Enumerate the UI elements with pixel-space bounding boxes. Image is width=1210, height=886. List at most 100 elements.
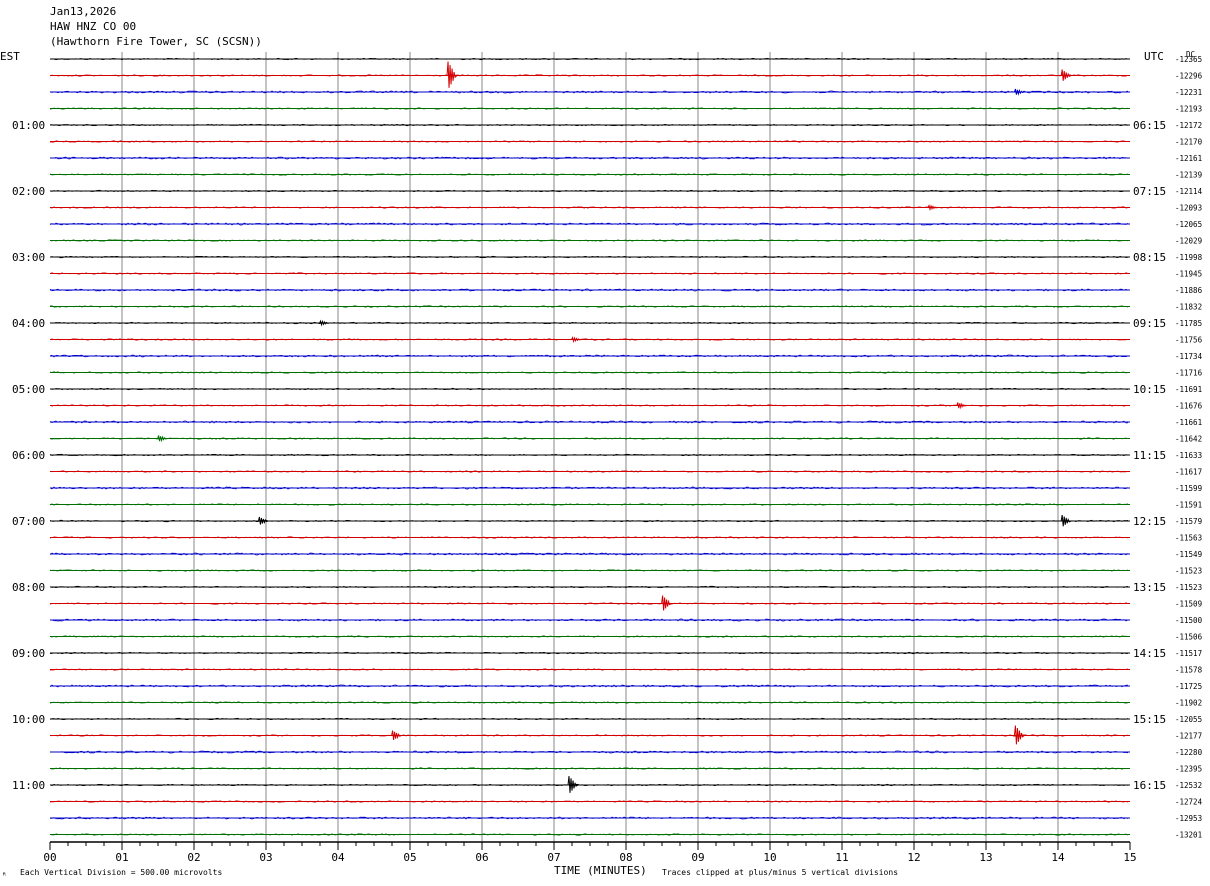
dc-offset-labels: -12365 -12296 -12231 -12193 -12172 -12170 -121… xyxy=(1175,55,1203,840)
right-hour-label: 09:15 xyxy=(1133,317,1166,330)
dc-offset-label: -11599 xyxy=(1175,484,1202,493)
dc-offset-label: -11617 xyxy=(1175,468,1202,477)
left-hour-label: 03:00 xyxy=(12,251,45,264)
left-hour-label: 05:00 xyxy=(12,383,45,396)
dc-offset-label: -12065 xyxy=(1175,220,1202,229)
plot-date: Jan13,2026 xyxy=(50,5,116,18)
dc-offset-label: -12532 xyxy=(1175,781,1202,790)
left-hour-label: 01:00 xyxy=(12,119,45,132)
dc-offset-label: -11691 xyxy=(1175,385,1202,394)
dc-offset-label: -12055 xyxy=(1175,715,1202,724)
right-hour-label: 12:15 xyxy=(1133,515,1166,528)
trace-event-row-2-0 xyxy=(1013,88,1025,96)
left-hour-label: 07:00 xyxy=(12,515,45,528)
x-tick-label: 14 xyxy=(1051,851,1065,864)
x-tick-label: 08 xyxy=(619,851,632,864)
x-tick-label: 11 xyxy=(835,851,848,864)
right-hour-label: 07:15 xyxy=(1133,185,1166,198)
dc-offset-label: -12296 xyxy=(1175,72,1203,81)
dc-offset-label: -11756 xyxy=(1175,336,1203,345)
clip-note: Traces clipped at plus/minus 5 vertical … xyxy=(662,868,898,877)
right-hour-label: 16:15 xyxy=(1133,779,1166,792)
dc-offset-label: -12395 xyxy=(1175,765,1202,774)
left-hour-label: 11:00 xyxy=(12,779,45,792)
left-hour-label: 02:00 xyxy=(12,185,45,198)
x-tick-label: 07 xyxy=(547,851,560,864)
dc-offset-label: -13201 xyxy=(1175,831,1202,840)
dc-offset-label: -12953 xyxy=(1175,814,1202,823)
left-hour-label: 04:00 xyxy=(12,317,45,330)
trace-noise-row-29 xyxy=(49,536,1129,539)
right-hour-label: 13:15 xyxy=(1133,581,1166,594)
dc-offset-label: -11517 xyxy=(1175,649,1202,658)
dc-offset-label: -12029 xyxy=(1175,237,1202,246)
dc-offset-label: -12161 xyxy=(1175,154,1202,163)
trace-event-row-21-0 xyxy=(956,402,967,410)
dc-offset-label: -12193 xyxy=(1175,105,1202,114)
seismic-traces xyxy=(49,57,1130,836)
x-tick-label: 03 xyxy=(259,851,272,864)
trace-event-row-16-0 xyxy=(319,319,330,327)
dc-offset-label: -12280 xyxy=(1175,748,1203,757)
dc-offset-label: -11998 xyxy=(1175,253,1203,262)
dc-offset-label: -11945 xyxy=(1175,270,1202,279)
trace-event-row-17-0 xyxy=(571,336,582,344)
dc-offset-label: -11886 xyxy=(1175,286,1203,295)
station-code: HAW HNZ CO 00 xyxy=(50,20,136,33)
left-hour-label: 09:00 xyxy=(12,647,45,660)
local-hour-labels: 01:00 02:00 03:00 04:00 05:00 06:00 07:00 08:00… xyxy=(12,119,45,792)
dc-offset-label: -11578 xyxy=(1175,666,1203,675)
x-tick-label: 12 xyxy=(907,851,920,864)
x-tick-label: 09 xyxy=(691,851,704,864)
dc-offset-label: -11832 xyxy=(1175,303,1202,312)
right-hour-label: 08:15 xyxy=(1133,251,1166,264)
dc-offset-label: -11661 xyxy=(1175,418,1202,427)
right-timezone-label: UTC xyxy=(1144,50,1164,63)
left-timezone-label: EST xyxy=(0,50,20,63)
x-tick-label: 02 xyxy=(187,851,200,864)
dc-offset-label: -12177 xyxy=(1175,732,1202,741)
x-tick-label: 01 xyxy=(115,851,128,864)
dc-offset-label: -11633 xyxy=(1175,451,1202,460)
dc-offset-label: -12170 xyxy=(1175,138,1203,147)
dc-offset-label: -12231 xyxy=(1175,88,1202,97)
dc-offset-label: -11523 xyxy=(1175,567,1202,576)
x-tick-label: 00 xyxy=(43,851,56,864)
utc-hour-labels: 06:15 07:15 08:15 09:15 10:15 11:15 12:15 13:15… xyxy=(1133,119,1166,792)
x-tick-label: 05 xyxy=(403,851,416,864)
dc-offset-label: -11676 xyxy=(1175,402,1203,411)
minute-gridlines xyxy=(121,52,1059,842)
left-hour-label: 08:00 xyxy=(12,581,45,594)
trace-noise-row-7 xyxy=(49,173,1129,176)
dc-offset-label: -11509 xyxy=(1175,600,1202,609)
x-tick-label: 13 xyxy=(979,851,992,864)
trace-event-row-23-0 xyxy=(157,435,168,443)
corner-mark: ᴿ xyxy=(2,871,7,880)
right-hour-label: 14:15 xyxy=(1133,647,1166,660)
dc-offset-label: -11563 xyxy=(1175,534,1202,543)
x-tick-label: 15 xyxy=(1123,851,1136,864)
dc-offset-label: -11716 xyxy=(1175,369,1203,378)
dc-offset-label: -12093 xyxy=(1175,204,1202,213)
dc-offset-label: -12139 xyxy=(1175,171,1202,180)
trace-noise-row-5 xyxy=(49,140,1129,143)
dc-offset-label: -11506 xyxy=(1175,633,1203,642)
dc-offset-label: -12365 xyxy=(1175,55,1202,64)
vertical-scale-note: Each Vertical Division = 500.00 microvol… xyxy=(20,868,222,877)
dc-offset-label: -11642 xyxy=(1175,435,1202,444)
dc-offset-label: -12724 xyxy=(1175,798,1203,807)
left-hour-label: 10:00 xyxy=(12,713,45,726)
dc-offset-label: -12114 xyxy=(1175,187,1203,196)
dc-offset-label: -11579 xyxy=(1175,517,1202,526)
dc-offset-label: -11725 xyxy=(1175,682,1202,691)
right-hour-label: 06:15 xyxy=(1133,119,1166,132)
time-axis: 00 01 02 03 04 05 06 07 08 09 10 11 12 13 14 15 xyxy=(43,841,1137,864)
dc-offset-label: -11734 xyxy=(1175,352,1203,361)
trace-event-row-1-0 xyxy=(446,61,458,88)
dc-offset-label: -12172 xyxy=(1175,121,1202,130)
right-hour-label: 11:15 xyxy=(1133,449,1166,462)
station-location: (Hawthorn Fire Tower, SC (SCSN)) xyxy=(50,35,262,48)
dc-offset-label: -11591 xyxy=(1175,501,1202,510)
right-hour-label: 10:15 xyxy=(1133,383,1166,396)
right-hour-label: 15:15 xyxy=(1133,713,1166,726)
